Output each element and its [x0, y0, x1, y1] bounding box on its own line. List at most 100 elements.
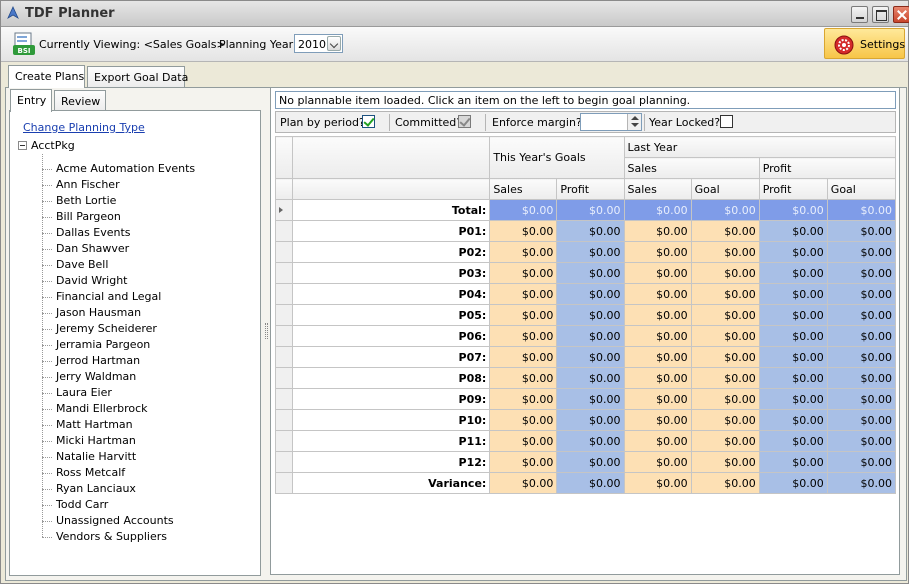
tab-entry[interactable]: Entry: [10, 89, 52, 112]
grid-cell[interactable]: $0.00: [826, 367, 897, 389]
grid-cell[interactable]: $0.00: [489, 472, 558, 494]
planning-year-select[interactable]: 2010: [294, 34, 343, 53]
grid-cell[interactable]: $0.00: [623, 220, 692, 242]
change-planning-type-link[interactable]: Change Planning Type: [23, 121, 145, 134]
grid-cell[interactable]: $0.00: [489, 262, 558, 284]
grid-cell[interactable]: $0.00: [489, 283, 558, 305]
ly-profit-column-header[interactable]: Profit: [758, 178, 828, 200]
grid-cell[interactable]: $0.00: [758, 346, 828, 368]
grid-cell[interactable]: $0.00: [758, 430, 828, 452]
tab-review[interactable]: Review: [54, 90, 106, 111]
grid-cell[interactable]: $0.00: [489, 241, 558, 263]
grid-cell[interactable]: $0.00: [489, 388, 558, 410]
grid-cell[interactable]: $0.00: [690, 472, 760, 494]
grid-cell[interactable]: $0.00: [690, 451, 760, 473]
grid-cell[interactable]: $0.00: [556, 199, 625, 221]
grid-cell[interactable]: $0.00: [690, 388, 760, 410]
grid-cell[interactable]: $0.00: [623, 367, 692, 389]
chevron-down-icon[interactable]: [327, 36, 341, 51]
spinner-icon[interactable]: [627, 114, 641, 130]
maximize-button[interactable]: [872, 6, 889, 23]
grid-cell[interactable]: $0.00: [826, 325, 897, 347]
row-selector[interactable]: [274, 388, 294, 410]
grid-cell[interactable]: $0.00: [623, 304, 692, 326]
title-bar[interactable]: TDF Planner: [1, 1, 909, 27]
ly-sales-column-header[interactable]: Sales: [623, 178, 692, 200]
grid-cell[interactable]: $0.00: [826, 472, 897, 494]
row-selector[interactable]: [274, 199, 294, 221]
grid-cell[interactable]: $0.00: [690, 367, 760, 389]
grid-cell[interactable]: $0.00: [556, 430, 625, 452]
row-selector[interactable]: [274, 346, 294, 368]
row-selector[interactable]: [274, 304, 294, 326]
grid-cell[interactable]: $0.00: [556, 325, 625, 347]
grid-cell[interactable]: $0.00: [489, 367, 558, 389]
grid-cell[interactable]: $0.00: [758, 472, 828, 494]
grid-cell[interactable]: $0.00: [826, 388, 897, 410]
grid-cell[interactable]: $0.00: [623, 346, 692, 368]
grid-cell[interactable]: $0.00: [826, 346, 897, 368]
grid-cell[interactable]: $0.00: [556, 451, 625, 473]
grid-cell[interactable]: $0.00: [556, 472, 625, 494]
year-locked-checkbox[interactable]: [720, 115, 733, 128]
row-selector[interactable]: [274, 451, 294, 473]
grid-cell[interactable]: $0.00: [758, 220, 828, 242]
grid-cell[interactable]: $0.00: [623, 430, 692, 452]
splitter-handle[interactable]: [265, 323, 268, 339]
grid-cell[interactable]: $0.00: [826, 241, 897, 263]
grid-cell[interactable]: $0.00: [758, 199, 828, 221]
grid-cell[interactable]: $0.00: [826, 283, 897, 305]
row-selector[interactable]: [274, 472, 294, 494]
grid-cell[interactable]: $0.00: [690, 262, 760, 284]
grid-cell[interactable]: $0.00: [690, 325, 760, 347]
grid-cell[interactable]: $0.00: [690, 304, 760, 326]
grid-cell[interactable]: $0.00: [623, 472, 692, 494]
grid-cell[interactable]: $0.00: [623, 409, 692, 431]
committed-checkbox[interactable]: [458, 115, 471, 128]
grid-cell[interactable]: $0.00: [690, 283, 760, 305]
grid-cell[interactable]: $0.00: [623, 241, 692, 263]
grid-cell[interactable]: $0.00: [690, 409, 760, 431]
row-selector[interactable]: [274, 262, 294, 284]
grid-cell[interactable]: $0.00: [556, 220, 625, 242]
row-selector[interactable]: [274, 409, 294, 431]
grid-cell[interactable]: $0.00: [623, 451, 692, 473]
grid-cell[interactable]: $0.00: [556, 304, 625, 326]
grid-cell[interactable]: $0.00: [556, 367, 625, 389]
grid-cell[interactable]: $0.00: [623, 388, 692, 410]
grid-cell[interactable]: $0.00: [556, 409, 625, 431]
grid-cell[interactable]: $0.00: [690, 346, 760, 368]
grid-cell[interactable]: $0.00: [489, 346, 558, 368]
grid-cell[interactable]: $0.00: [556, 346, 625, 368]
grid-cell[interactable]: $0.00: [556, 388, 625, 410]
grid-cell[interactable]: $0.00: [489, 430, 558, 452]
grid-cell[interactable]: $0.00: [623, 199, 692, 221]
grid-cell[interactable]: $0.00: [758, 409, 828, 431]
goal-profit-column-header[interactable]: Profit: [556, 178, 625, 200]
row-selector[interactable]: [274, 430, 294, 452]
grid-cell[interactable]: $0.00: [758, 388, 828, 410]
grid-cell[interactable]: $0.00: [623, 325, 692, 347]
grid-cell[interactable]: $0.00: [556, 241, 625, 263]
grid-cell[interactable]: $0.00: [826, 304, 897, 326]
minimize-button[interactable]: [851, 6, 868, 23]
grid-cell[interactable]: $0.00: [489, 409, 558, 431]
grid-cell[interactable]: $0.00: [758, 241, 828, 263]
grid-cell[interactable]: $0.00: [758, 367, 828, 389]
tab-create-plans[interactable]: Create Plans: [8, 65, 85, 88]
grid-cell[interactable]: $0.00: [826, 409, 897, 431]
grid-cell[interactable]: $0.00: [758, 283, 828, 305]
grid-cell[interactable]: $0.00: [826, 262, 897, 284]
grid-cell[interactable]: $0.00: [758, 304, 828, 326]
grid-cell[interactable]: $0.00: [556, 283, 625, 305]
grid-cell[interactable]: $0.00: [623, 283, 692, 305]
ly-profit-goal-column-header[interactable]: Goal: [826, 178, 897, 200]
grid-cell[interactable]: $0.00: [489, 304, 558, 326]
grid-cell[interactable]: $0.00: [826, 199, 897, 221]
grid-cell[interactable]: $0.00: [489, 220, 558, 242]
goal-sales-column-header[interactable]: Sales: [489, 178, 558, 200]
grid-cell[interactable]: $0.00: [690, 220, 760, 242]
row-selector[interactable]: [274, 325, 294, 347]
row-selector[interactable]: [274, 283, 294, 305]
grid-cell[interactable]: $0.00: [690, 241, 760, 263]
